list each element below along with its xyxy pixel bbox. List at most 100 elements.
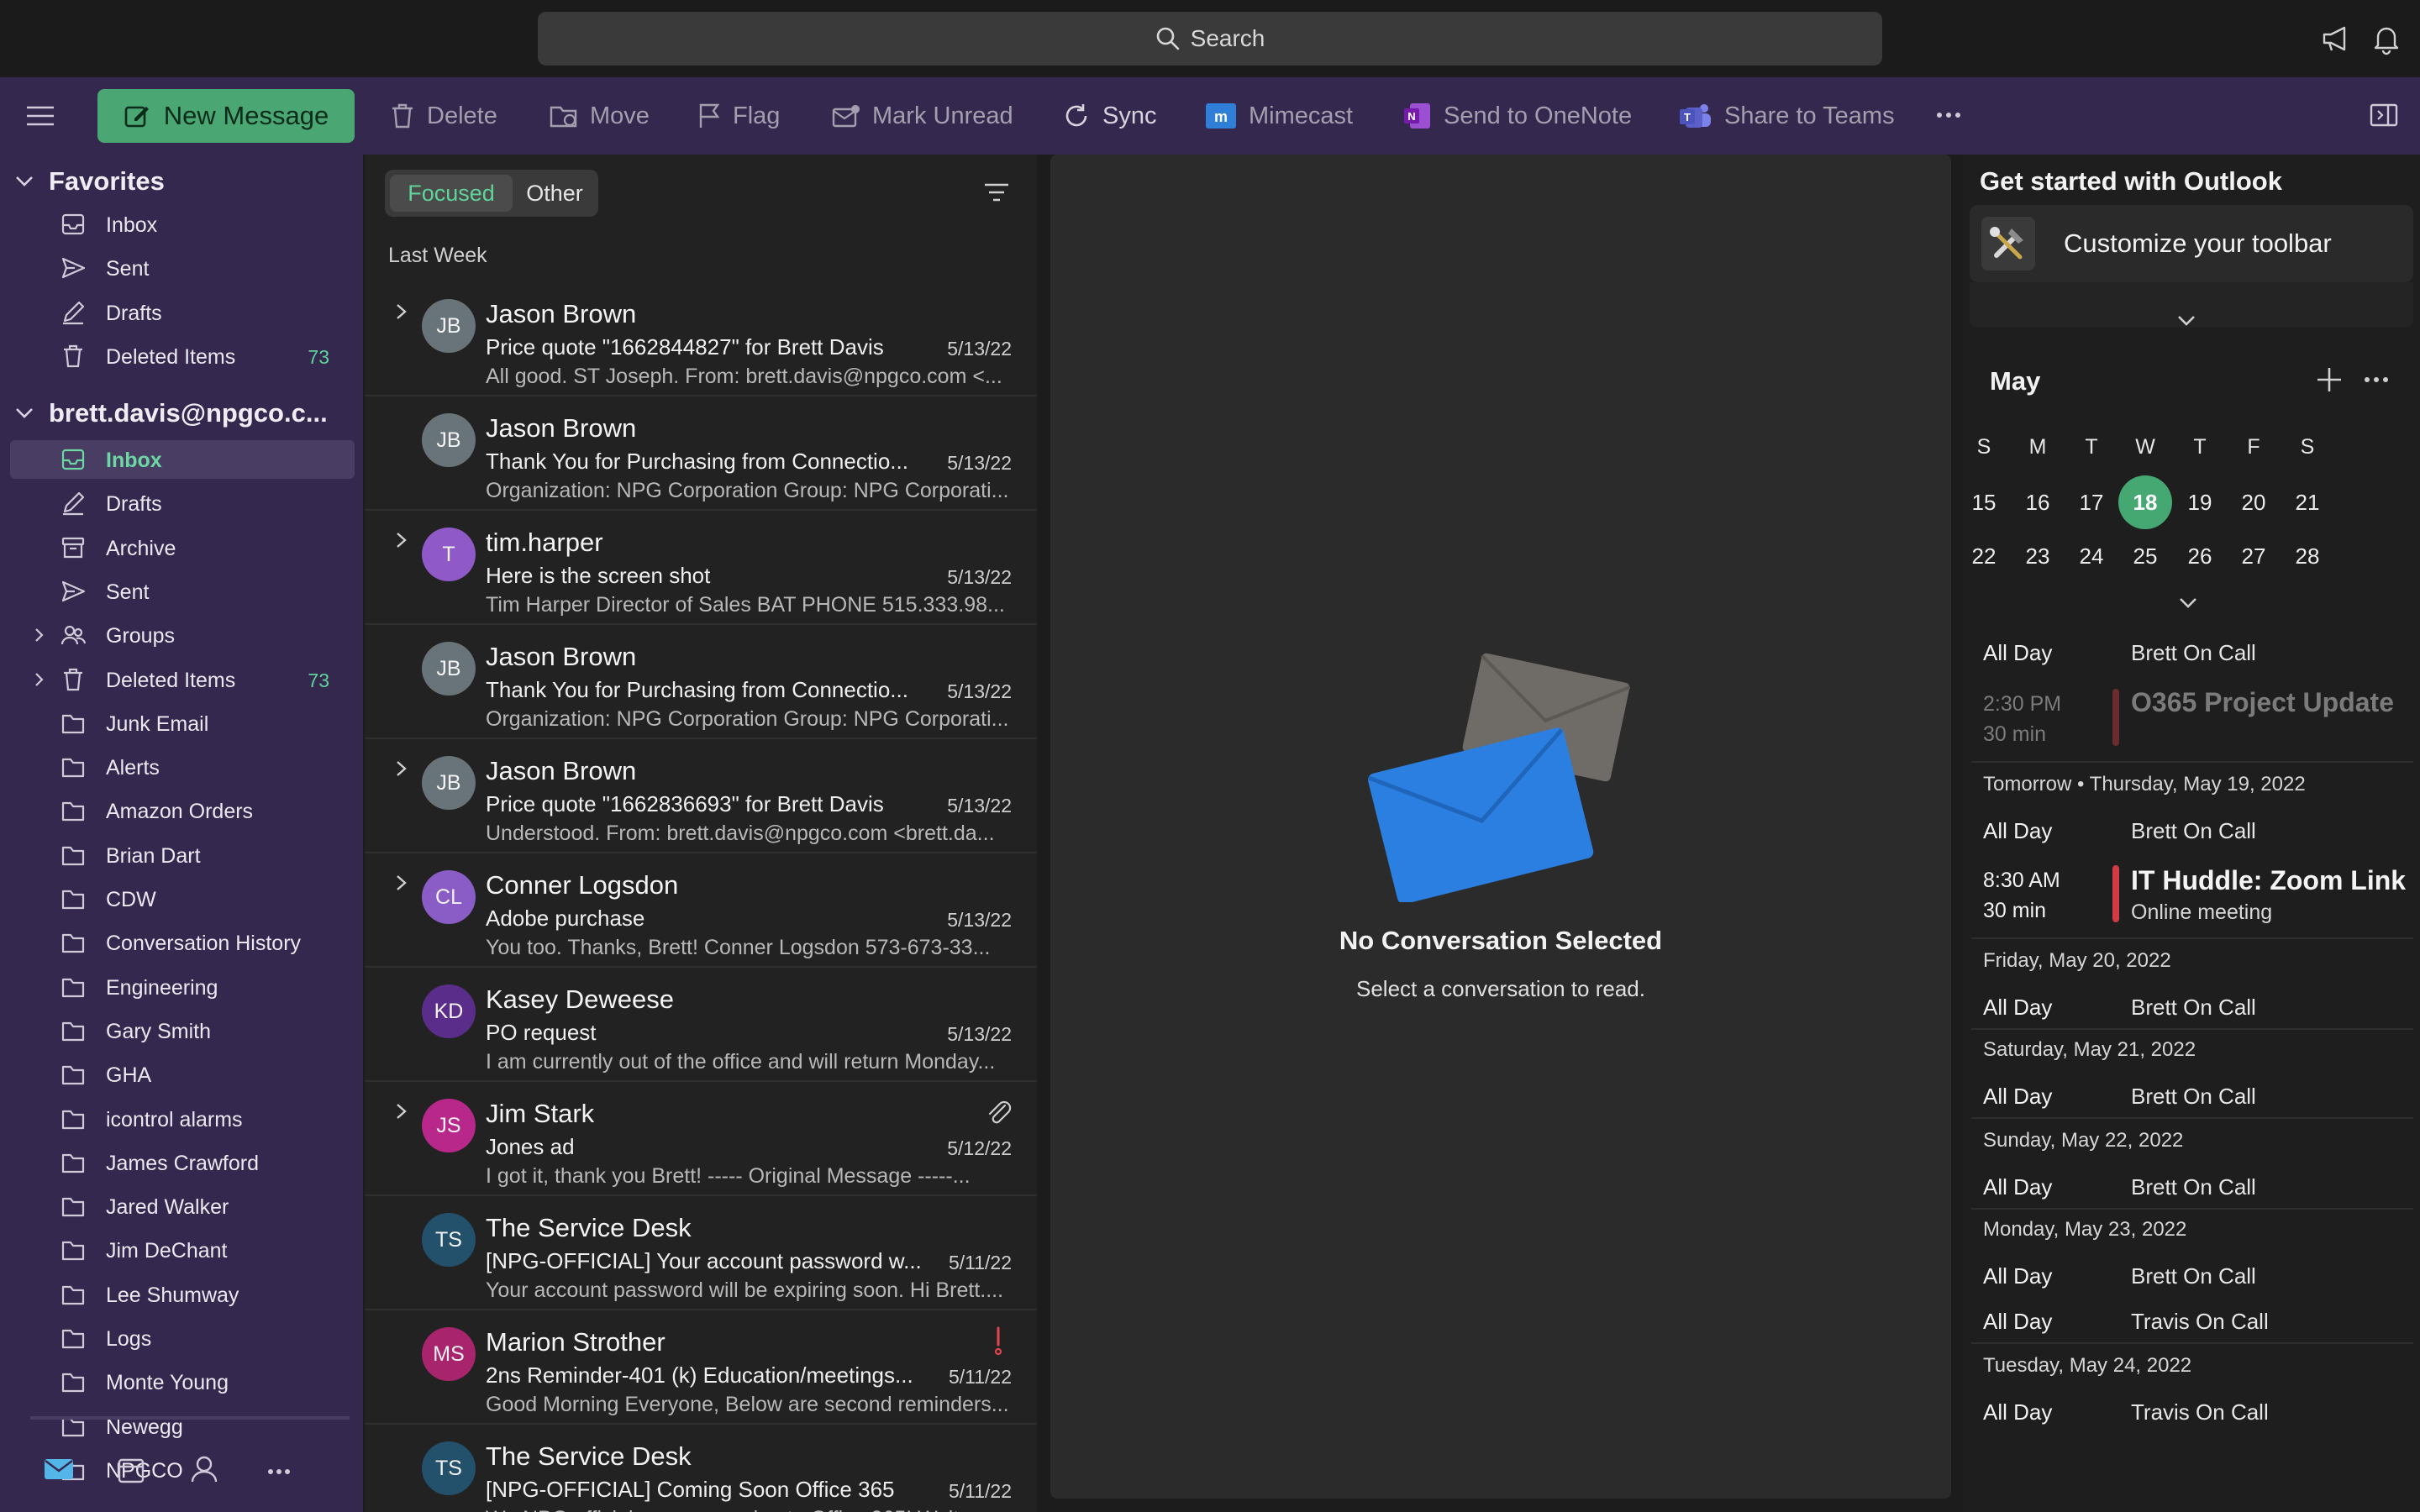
favorites-header[interactable]: Favorites [15,166,165,197]
event-title[interactable]: O365 Project Update [2131,687,2394,718]
message-row[interactable]: KD Kasey Deweese PO request 5/13/22 I am cur… [365,968,1037,1082]
sync-button[interactable]: Sync [1062,77,1156,155]
event-title[interactable]: Travis On Call [2131,1309,2269,1335]
more-options-icon[interactable] [1936,111,1961,119]
chevron-right-icon[interactable] [395,531,408,549]
message-row[interactable]: JB Jason Brown Thank You for Purchasing fr… [365,396,1037,511]
message-row[interactable]: MS Marion Strother 2ns Reminder-401 (k) Ed… [365,1310,1037,1425]
calendar-day[interactable]: 19 [2173,475,2227,529]
calendar-day[interactable]: 27 [2227,529,2281,583]
search-box[interactable]: Search [538,12,1882,66]
folder-item[interactable]: Monte Young [10,1362,355,1401]
event-title[interactable]: Brett On Call [2131,1263,2256,1289]
chevron-right-icon[interactable] [395,1102,408,1121]
chevron-right-icon[interactable] [34,627,45,643]
calendar-day[interactable]: 17 [2065,475,2118,529]
people-icon[interactable] [190,1455,218,1483]
message-row[interactable]: TS The Service Desk [NPG-OFFICIAL] Coming … [365,1425,1037,1512]
folder-item[interactable]: Alerts [10,748,355,786]
folder-item[interactable]: Logs [10,1319,355,1357]
folder-item[interactable]: Lee Shumway [10,1275,355,1314]
chevron-right-icon[interactable] [395,302,408,321]
more-apps-icon[interactable] [267,1468,291,1475]
folder-item[interactable]: Groups [10,616,355,654]
calendar-month[interactable]: May [1990,366,2040,396]
mail-icon[interactable] [44,1457,74,1482]
event-title[interactable]: Brett On Call [2131,1084,2256,1110]
folder-item[interactable]: Sent [10,572,355,611]
event-title[interactable]: Brett On Call [2131,995,2256,1021]
filter-icon[interactable] [983,180,1010,205]
folder-item[interactable]: James Crawford [10,1143,355,1182]
message-row[interactable]: JB Jason Brown Thank You for Purchasing fr… [365,625,1037,739]
folder-item[interactable]: Junk Email [10,704,355,743]
folder-item[interactable]: Deleted Items 73 [10,337,355,375]
chevron-down-icon[interactable] [2178,596,2198,610]
tab-other[interactable]: Other [514,175,595,212]
chevron-right-icon[interactable] [395,874,408,892]
share-to-teams-button[interactable]: T Share to Teams [1679,77,1895,155]
customize-toolbar-card[interactable]: Customize your toolbar [1970,205,2413,282]
toggle-pane-icon[interactable] [2370,102,2398,128]
tab-focused[interactable]: Focused [390,175,513,212]
mimecast-button[interactable]: m Mimecast [1205,77,1353,155]
calendar-day[interactable]: 28 [2281,529,2334,583]
message-row[interactable]: JB Jason Brown Price quote "1662844827" fo… [365,282,1037,396]
folder-item[interactable]: Sent [10,249,355,287]
calendar-day[interactable]: 26 [2173,529,2227,583]
calendar-day[interactable]: 20 [2227,475,2281,529]
folder-item[interactable]: Amazon Orders [10,791,355,830]
folder-item[interactable]: Jared Walker [10,1187,355,1226]
bell-icon[interactable] [2370,22,2403,55]
folder-item[interactable]: Inbox [10,205,355,244]
folder-item[interactable]: Drafts [10,293,355,332]
folder-item[interactable]: GHA [10,1055,355,1094]
calendar-day[interactable]: 25 [2118,529,2172,583]
calendar-day-today[interactable]: 18 [2118,475,2172,529]
folder-item[interactable]: Deleted Items 73 [10,660,355,699]
folder-item[interactable]: Archive [10,528,355,567]
event-title[interactable]: Brett On Call [2131,640,2256,666]
folder-item[interactable]: Gary Smith [10,1011,355,1050]
event-title[interactable]: Brett On Call [2131,1174,2256,1200]
send-to-onenote-button[interactable]: N Send to OneNote [1403,77,1632,155]
calendar-day[interactable]: 22 [1957,529,2011,583]
delete-button[interactable]: Delete [390,77,497,155]
move-button[interactable]: Move [550,77,650,155]
event-title[interactable]: Travis On Call [2131,1399,2269,1425]
chevron-right-icon[interactable] [34,672,45,687]
calendar-day[interactable]: 23 [2011,529,2065,583]
folder-item[interactable]: Drafts [10,484,355,522]
flag-button[interactable]: Flag [697,77,780,155]
event-title[interactable]: IT Huddle: Zoom Link [2131,865,2406,896]
chevron-down-icon[interactable] [2176,314,2196,328]
calendar-day[interactable]: 15 [1957,475,2011,529]
folder-item[interactable]: Brian Dart [10,836,355,874]
folder-item[interactable]: Jim DeChant [10,1231,355,1269]
message-row[interactable]: JS Jim Stark Jones ad 5/12/22 I got it, than… [365,1082,1037,1196]
megaphone-icon[interactable] [2319,22,2353,55]
folder-item[interactable]: Inbox [10,440,355,479]
folder-item[interactable]: Engineering [10,968,355,1006]
calendar-day[interactable]: 24 [2065,529,2118,583]
calendar-day[interactable]: 21 [2281,475,2334,529]
calendar-day[interactable]: 16 [2011,475,2065,529]
message-row[interactable]: JB Jason Brown Price quote "1662836693" fo… [365,739,1037,853]
calendar-icon[interactable] [118,1457,145,1483]
add-event-icon[interactable] [2316,366,2343,393]
message-row[interactable]: TS The Service Desk [NPG-OFFICIAL] Your ac… [365,1196,1037,1310]
message-row[interactable]: Ttim.harper Here is the screen shot 5/13/2… [365,511,1037,625]
account-header[interactable]: brett.davis@npgco.c... [15,398,328,428]
folder-item[interactable]: CDW [10,879,355,918]
folder-label: Sent [106,257,150,281]
message-row[interactable]: CL Conner Logsdon Adobe purchase 5/13/22 You… [365,853,1037,968]
avatar: JB [422,413,476,467]
mark-unread-button[interactable]: Mark Unread [832,77,1013,155]
more-options-icon[interactable] [2363,375,2390,385]
folder-item[interactable]: Conversation History [10,923,355,962]
folder-item[interactable]: icontrol alarms [10,1100,355,1138]
new-message-button[interactable]: New Message [97,89,355,143]
hamburger-menu-icon[interactable] [25,105,55,127]
event-title[interactable]: Brett On Call [2131,818,2256,844]
chevron-right-icon[interactable] [395,759,408,778]
